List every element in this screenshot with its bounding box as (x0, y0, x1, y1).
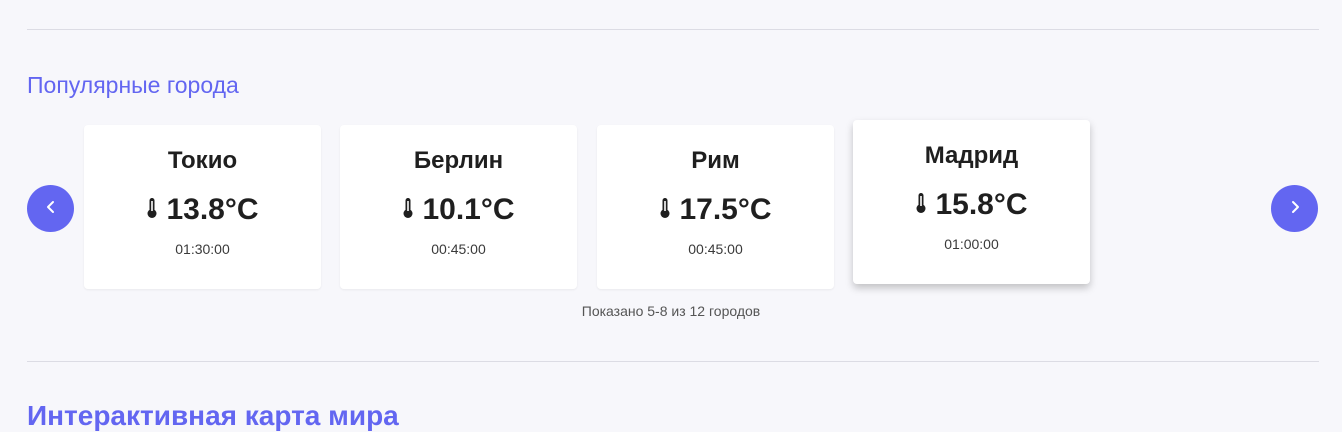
temperature: 17.5°C (679, 193, 772, 226)
city-card[interactable]: Мадрид 15.8°C 01:00:00 (853, 120, 1090, 284)
city-name: Берлин (413, 147, 504, 174)
city-name: Мадрид (924, 142, 1019, 169)
carousel-next-button[interactable] (1271, 185, 1318, 232)
local-time: 00:45:00 (688, 241, 743, 257)
city-name: Токио (167, 147, 238, 174)
city-name: Рим (691, 147, 740, 174)
local-time: 00:45:00 (431, 241, 486, 257)
section-title: Популярные города (27, 72, 239, 98)
carousel-prev-button[interactable] (27, 185, 74, 232)
pagination-status: Показано 5-8 из 12 городов (581, 303, 761, 319)
city-card[interactable]: Рим 17.5°C 00:45:00 (597, 125, 834, 289)
next-section-title: Интерактивная карта мира (27, 400, 399, 431)
local-time: 01:30:00 (175, 241, 230, 257)
temperature: 13.8°C (166, 193, 259, 226)
city-card[interactable]: Берлин 10.1°C 00:45:00 (340, 125, 577, 289)
thermometer-icon (402, 197, 414, 224)
temperature: 10.1°C (422, 193, 515, 226)
section-divider (27, 29, 1319, 30)
chevron-left-icon (44, 200, 58, 217)
chevron-right-icon (1288, 200, 1302, 217)
local-time: 01:00:00 (944, 236, 999, 252)
section-divider (27, 361, 1319, 362)
thermometer-icon (915, 192, 927, 219)
thermometer-icon (146, 197, 158, 224)
temperature: 15.8°C (935, 188, 1028, 221)
city-card[interactable]: Токио 13.8°C 01:30:00 (84, 125, 321, 289)
thermometer-icon (659, 197, 671, 224)
